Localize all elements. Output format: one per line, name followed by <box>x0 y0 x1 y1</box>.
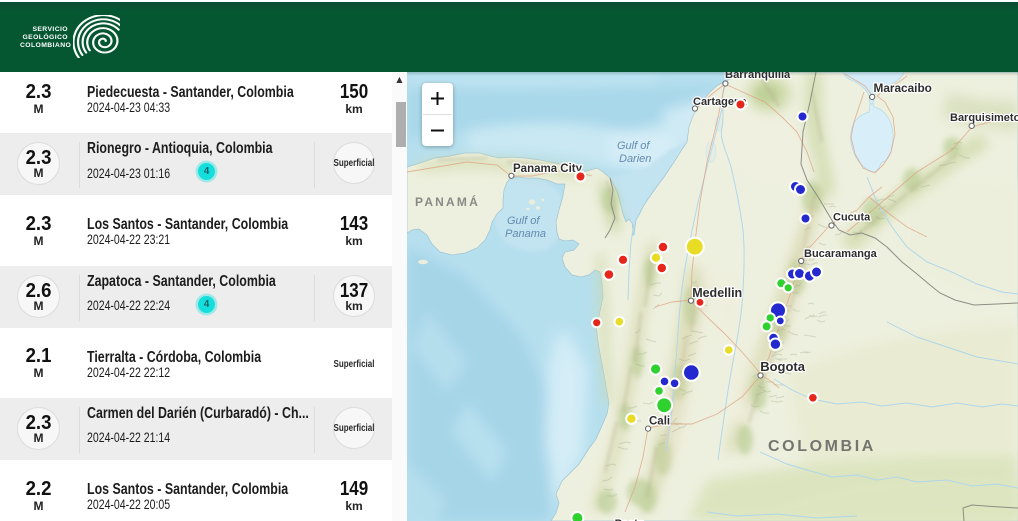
svg-text:Panama City: Panama City <box>513 163 583 175</box>
svg-text:Bogota: Bogota <box>760 359 806 374</box>
svg-text:Gulf of: Gulf of <box>617 140 650 152</box>
svg-text:Darien: Darien <box>619 153 651 165</box>
svg-text:Gulf of: Gulf of <box>507 215 540 227</box>
svg-text:COLOMBIA: COLOMBIA <box>768 438 876 455</box>
svg-text:PANAMÁ: PANAMÁ <box>415 194 480 209</box>
svg-text:Maracaibo: Maracaibo <box>874 81 932 95</box>
svg-text:Barquisimeto: Barquisimeto <box>950 112 1018 124</box>
svg-text:Bucaramanga: Bucaramanga <box>804 248 878 260</box>
svg-text:Cali: Cali <box>649 415 670 427</box>
svg-text:Cucuta: Cucuta <box>833 212 871 224</box>
svg-text:Panama: Panama <box>505 228 546 240</box>
